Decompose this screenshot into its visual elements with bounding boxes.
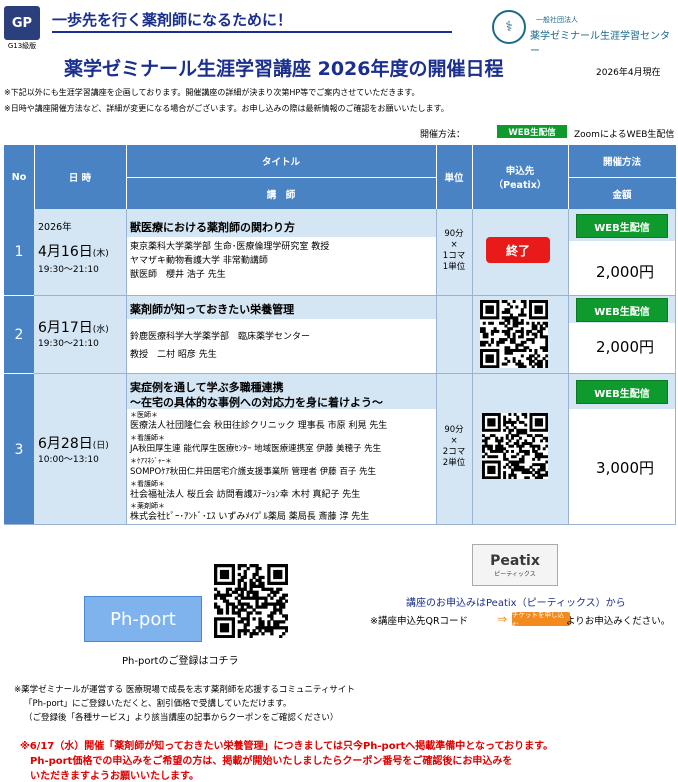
peatix-logo[interactable]: Peatix ピーティックス bbox=[472, 544, 558, 586]
tagline: 一歩先を行く薬剤師になるために！ bbox=[52, 11, 293, 29]
as-of-date: 2026年4月現在 bbox=[596, 68, 661, 78]
community-note-2: 「Ph-port」にご登録いただくと、割引価格で受講していただけます。 bbox=[24, 699, 292, 709]
tagline-underline bbox=[52, 31, 452, 33]
header-fee: 金額 bbox=[568, 177, 676, 209]
header-apply: 申込先 （Peatix） bbox=[472, 145, 568, 209]
row-1-lecturer-3: 獣医師 櫻井 浩子 先生 bbox=[130, 270, 226, 280]
zoom-legend-text: ZoomによるWEB生配信 bbox=[574, 130, 675, 140]
row-3-no: 3 bbox=[4, 373, 34, 525]
row-2-lecturer-1: 鈴鹿医療科学大学薬学部 臨床薬学センター bbox=[130, 332, 311, 342]
row-3-role-1: ＊医師＊ bbox=[130, 411, 158, 419]
logo: GP bbox=[4, 6, 40, 40]
row-2-date: 6月17日(水) bbox=[38, 320, 109, 336]
org-name: 薬学ゼミナール生涯学習センター bbox=[530, 31, 670, 57]
row-1-web-button[interactable]: WEB生配信 bbox=[576, 214, 668, 238]
row-2-fee: 2,000円 bbox=[596, 338, 654, 356]
org-emblem-icon: ⚕ bbox=[492, 10, 526, 44]
row-1-lecturer-1: 東京薬科大学薬学部 生命･医療倫理学研究室 教授 bbox=[130, 242, 330, 252]
header-datetime: 日 時 bbox=[34, 145, 126, 209]
ph-port-logo[interactable]: Ph-port bbox=[84, 596, 202, 642]
red-note-3: いただきますようお願いいたします。 bbox=[30, 771, 199, 782]
row-2-web-button[interactable]: WEB生配信 bbox=[576, 298, 668, 322]
row-3-role-5: ＊薬剤師＊ bbox=[130, 502, 165, 510]
row-2-time: 19:30～21:10 bbox=[38, 339, 99, 349]
header-title: タイトル bbox=[126, 145, 436, 177]
qr-note-pre: ※講座申込先QRコード bbox=[370, 616, 469, 627]
qr-code-icon bbox=[482, 413, 549, 480]
logo-caption: G13級版 bbox=[7, 42, 37, 50]
header-lecturer: 講 師 bbox=[126, 177, 436, 209]
qr-note-post: よりお申込みください。 bbox=[566, 616, 671, 627]
row-2-peatix-qr[interactable] bbox=[480, 300, 549, 369]
header-unit: 単位 bbox=[436, 145, 472, 209]
qr-code-icon bbox=[214, 564, 289, 639]
row-3-lecturer-5: 株式会社ﾋﾟｰ･ｱﾝﾄﾞ･ｴｽ いずみﾒｲﾌﾟﾙ薬局 薬局長 斎藤 淳 先生 bbox=[130, 512, 370, 522]
row-2-lecturer-2: 教授 二村 昭彦 先生 bbox=[130, 350, 217, 360]
row-1-lecturer-2: ヤマザキ動物看護大学 非常勤講師 bbox=[130, 256, 268, 266]
schedule-table: No 日 時 タイトル 講 師 単位 申込先 （Peatix） 開催方法 金額 … bbox=[4, 145, 676, 525]
community-note-1: ※薬学ゼミナールが運営する 医療現場で成長を志す薬剤師を応援するコミュニティサイ… bbox=[14, 685, 355, 695]
notice-1: ※下記以外にも生涯学習講座を企画しております。開催講座の詳細が決まり次第HP等で… bbox=[4, 88, 420, 97]
red-note-1: ※6/17（水）開催「薬剤師が知っておきたい栄養管理」につきましては只今Ph-p… bbox=[20, 741, 554, 752]
qr-code-icon bbox=[480, 300, 549, 369]
header-no: No bbox=[4, 145, 34, 209]
header-method: 開催方法 bbox=[568, 145, 676, 177]
row-3-role-4: ＊看護師＊ bbox=[130, 480, 165, 488]
web-legend-badge: WEB生配信 bbox=[497, 125, 567, 138]
row-1-fee: 2,000円 bbox=[596, 263, 654, 281]
row-3-time: 10:00～13:10 bbox=[38, 455, 99, 465]
row-2-no: 2 bbox=[4, 295, 34, 373]
row-3-subtitle: ～在宅の具体的な事例への対応力を身に着けよう～ bbox=[130, 396, 383, 409]
row-1-date: 4月16日(木) bbox=[38, 244, 109, 260]
ph-port-caption: Ph-portのご登録はコチラ bbox=[122, 656, 239, 667]
row-3-web-button[interactable]: WEB生配信 bbox=[576, 380, 668, 404]
row-3-title: 実症例を通して学ぶ多職種連携 bbox=[130, 381, 284, 394]
row-1-title: 獣医療における薬剤師の関わり方 bbox=[130, 221, 295, 234]
row-1-no: 1 bbox=[4, 209, 34, 295]
page-title: 薬学ゼミナール生涯学習講座 2026年度の開催日程 bbox=[64, 58, 504, 80]
row-1-ended-badge: 終了 bbox=[486, 237, 550, 263]
row-3-unit: 90分 × 2コマ 2単位 bbox=[442, 425, 466, 468]
row-1-time: 19:30～21:10 bbox=[38, 265, 99, 275]
row-3-lecturer-3: SOMPOｹｱ秋田仁井田居宅介護支援事業所 管理者 伊藤 百子 先生 bbox=[130, 467, 377, 477]
row-3-date: 6月28日(日) bbox=[38, 436, 109, 452]
row-1-year: 2026年 bbox=[38, 222, 72, 233]
red-note-2: Ph-port価格での申込みをご希望の方は、掲載が開始いたしましたらクーポン番号… bbox=[30, 756, 513, 767]
row-3-role-3: ＊ｹｱﾏﾈｼﾞｬｰ＊ bbox=[130, 457, 172, 465]
ph-port-qr[interactable] bbox=[214, 564, 289, 639]
row-3-role-2: ＊看護師＊ bbox=[130, 434, 165, 442]
notice-2: ※日時や講座開催方法など、詳細が変更になる場合がございます。お申し込みの際は最新… bbox=[4, 104, 449, 113]
ticket-apply-button[interactable]: チケットを申し込む bbox=[512, 611, 570, 629]
community-note-3: （ご登録後「各種サービス」より該当講座の記事からクーポンをご確認ください） bbox=[24, 713, 339, 723]
arrow-right-icon: ⇒ bbox=[497, 612, 508, 626]
row-3-lecturer-4: 社会福祉法人 桜丘会 訪問看護ｽﾃｰｼｮﾝ幸 木村 真紀子 先生 bbox=[130, 490, 361, 500]
row-3-lecturer-2: JA秋田厚生連 能代厚生医療ｾﾝﾀｰ 地域医療連携室 伊藤 美穂子 先生 bbox=[130, 444, 382, 454]
row-2-title: 薬剤師が知っておきたい栄養管理 bbox=[130, 303, 295, 316]
row-1-unit: 90分 × 1コマ 1単位 bbox=[442, 229, 466, 272]
org-type: 一般社団法人 bbox=[536, 16, 578, 24]
row-3-lecturer-1: 医療法人社団隆仁会 秋田往診クリニック 理事長 市原 利晃 先生 bbox=[130, 421, 388, 431]
peatix-caption: 講座のお申込みはPeatix（ピーティックス）から bbox=[406, 598, 626, 609]
row-3-fee: 3,000円 bbox=[596, 459, 654, 477]
method-legend-label: 開催方法： bbox=[420, 130, 466, 140]
row-3-peatix-qr[interactable] bbox=[482, 413, 549, 480]
